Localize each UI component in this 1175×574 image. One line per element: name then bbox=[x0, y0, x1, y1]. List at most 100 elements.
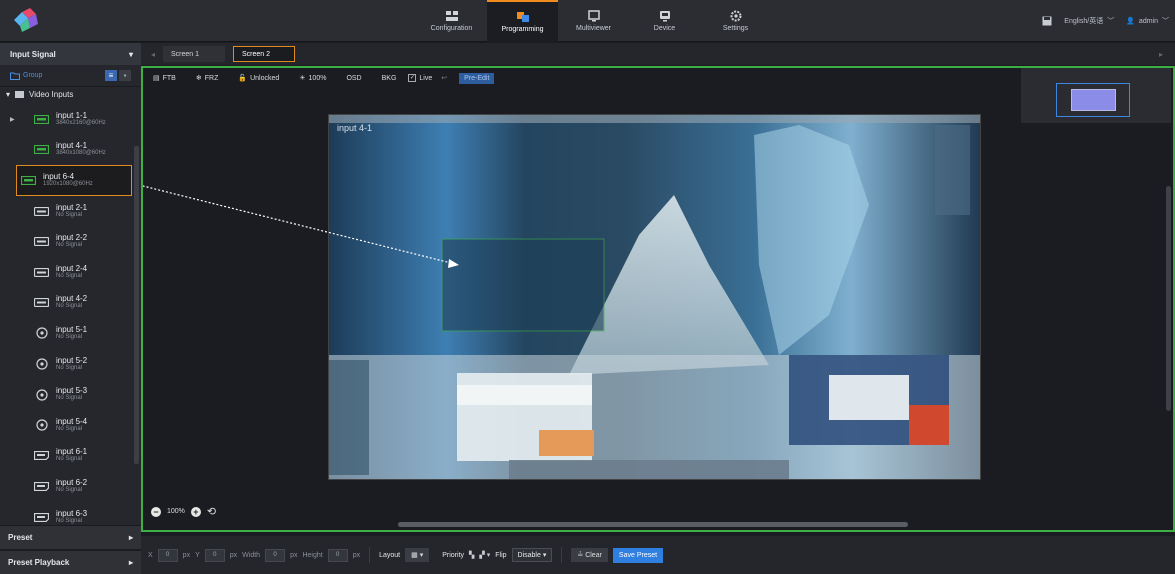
displayport-icon bbox=[34, 451, 49, 461]
properties-bar: X 0 px Y 0 px Width 0 px Height 0 px Lay… bbox=[141, 536, 1175, 574]
input-item[interactable]: input 6-2 No Signal bbox=[0, 471, 136, 502]
grid-view-icon[interactable]: ▪ bbox=[119, 70, 131, 81]
unit-label: px bbox=[290, 551, 298, 559]
nav-programming[interactable]: Programming bbox=[487, 0, 558, 42]
language-select[interactable]: English/英语 ﹀ bbox=[1064, 16, 1114, 26]
input-name: input 4-1 bbox=[56, 141, 88, 151]
input-item[interactable]: input 5-2 No Signal bbox=[0, 349, 136, 380]
input-signal-header[interactable]: Input Signal ▾ bbox=[0, 43, 141, 65]
caret-right-icon: ▸ bbox=[128, 558, 133, 567]
user-menu[interactable]: 👤 admin ﹀ bbox=[1126, 16, 1169, 26]
y-label: Y bbox=[195, 551, 200, 559]
gear-icon bbox=[730, 10, 741, 22]
top-bar: Configuration Programming Multiviewer De… bbox=[0, 0, 1175, 42]
input-item[interactable]: input 5-1 No Signal bbox=[0, 318, 136, 349]
input-name: input 5-3 bbox=[56, 386, 88, 396]
main-nav: Configuration Programming Multiviewer De… bbox=[416, 0, 771, 42]
top-right: English/英语 ﹀ 👤 admin ﹀ bbox=[1042, 0, 1169, 42]
layout-select[interactable]: ▦ ▾ bbox=[405, 548, 430, 562]
input-signal-panel: Input Signal ▾ Group ≡ ▪ ▾ Video Inputs … bbox=[0, 43, 141, 574]
height-label: Height bbox=[302, 551, 323, 559]
unit-label: px bbox=[229, 551, 238, 559]
nav-device[interactable]: Device bbox=[629, 0, 700, 42]
input-name: input 5-2 bbox=[56, 355, 88, 365]
hdmi-port-icon bbox=[34, 145, 49, 155]
input-name: input 6-2 bbox=[56, 477, 88, 487]
horizontal-scrollbar[interactable] bbox=[398, 522, 908, 527]
nav-multiviewer[interactable]: Multiviewer bbox=[558, 0, 629, 42]
width-input[interactable]: 0 bbox=[265, 548, 286, 562]
divider bbox=[561, 547, 563, 563]
input-text: input 6-3 No Signal bbox=[56, 508, 88, 525]
nav-label: Device bbox=[653, 25, 676, 32]
input-status: 1920x1080@60Hz bbox=[43, 180, 93, 187]
input-text: input 2-1 No Signal bbox=[56, 203, 87, 219]
caret-left-icon[interactable]: ◂ bbox=[151, 50, 155, 59]
send-backward-icon[interactable]: ▞ ▾ bbox=[479, 551, 490, 559]
input-status: 3840x1080@60Hz bbox=[56, 150, 106, 157]
input-status: No Signal bbox=[56, 211, 83, 218]
tab-screen-1[interactable]: Screen 1 bbox=[163, 46, 226, 62]
user-icon: 👤 bbox=[1126, 18, 1135, 25]
input-item[interactable]: input 2-1 No Signal bbox=[0, 196, 136, 227]
chevron-down-icon: ﹀ bbox=[1162, 18, 1169, 25]
nav-settings[interactable]: Settings bbox=[700, 0, 771, 42]
caret-right-icon[interactable]: ▸ bbox=[1159, 50, 1163, 59]
input-status: No Signal bbox=[56, 242, 83, 249]
input-text: input 4-2 No Signal bbox=[56, 295, 87, 310]
input-status: No Signal bbox=[56, 517, 83, 524]
input-item[interactable]: input 2-2 No Signal bbox=[0, 226, 136, 257]
sidebar-scrollbar[interactable] bbox=[134, 146, 139, 464]
input-item[interactable]: input 6-1 No Signal bbox=[0, 441, 136, 472]
nav-label: Configuration bbox=[430, 25, 473, 32]
input-name: input 6-3 bbox=[56, 508, 88, 518]
save-preset-button[interactable]: Save Preset bbox=[612, 547, 664, 563]
bring-forward-icon[interactable]: ▚ bbox=[469, 551, 474, 559]
tab-screen-2[interactable]: Screen 2 bbox=[233, 46, 296, 62]
preset-section[interactable]: Preset ▸ bbox=[0, 525, 141, 549]
input-item[interactable]: input 4-1 3840x1080@60Hz bbox=[0, 135, 136, 166]
zoom-in-icon[interactable]: + bbox=[190, 506, 201, 517]
logo-icon bbox=[14, 8, 38, 32]
displayport-icon bbox=[34, 512, 49, 522]
layout-label: Layout bbox=[379, 551, 401, 559]
input-item[interactable]: input 2-4 No Signal bbox=[0, 257, 136, 288]
folder-icon bbox=[10, 72, 20, 80]
video-inputs-node[interactable]: ▾ Video Inputs bbox=[0, 87, 141, 102]
save-icon[interactable] bbox=[1042, 16, 1052, 26]
vertical-scrollbar[interactable] bbox=[1166, 186, 1171, 411]
input-item[interactable]: input 5-3 No Signal bbox=[0, 379, 136, 410]
input-text: input 5-4 No Signal bbox=[56, 417, 87, 433]
dvi-port-icon bbox=[34, 237, 49, 247]
user-name: admin bbox=[1138, 17, 1158, 25]
input-text: input 2-4 No Signal bbox=[56, 264, 87, 280]
x-input[interactable]: 0 bbox=[157, 548, 178, 562]
input-text: input 5-1 No Signal bbox=[56, 325, 87, 341]
group-button[interactable]: Group bbox=[10, 72, 42, 80]
width-label: Width bbox=[242, 551, 261, 559]
input-item[interactable]: ▶ input 1-1 3840x2160@60Hz bbox=[0, 104, 136, 135]
reset-zoom-icon[interactable]: ⟲ bbox=[207, 505, 216, 518]
input-text: input 6-1 No Signal bbox=[56, 448, 87, 463]
monitor-icon bbox=[587, 10, 600, 22]
screen-canvas[interactable]: ▤ FTB ❄ FRZ 🔓 Unlocked ☀ 100% OSD BKG ✓ Live ↩… bbox=[141, 66, 1175, 532]
preset-playback-section[interactable]: Preset Playback ▸ bbox=[0, 550, 141, 574]
input-text: input 1-1 3840x2160@60Hz bbox=[56, 111, 106, 127]
y-input[interactable]: 0 bbox=[204, 548, 225, 562]
flip-value: Disable bbox=[517, 552, 541, 559]
nav-configuration[interactable]: Configuration bbox=[416, 0, 487, 42]
sdi-port-icon bbox=[34, 389, 49, 401]
zoom-out-icon[interactable]: − bbox=[151, 506, 161, 517]
input-item[interactable]: input 5-4 No Signal bbox=[0, 410, 136, 441]
input-text: input 5-3 No Signal bbox=[56, 387, 87, 402]
input-item[interactable]: input 4-2 No Signal bbox=[0, 288, 136, 319]
input-item[interactable]: input 6-4 1920x1080@60Hz bbox=[16, 165, 132, 196]
height-input[interactable]: 0 bbox=[327, 548, 348, 562]
clear-button[interactable]: ≟ Clear bbox=[571, 548, 608, 562]
flip-select[interactable]: Disable ▾ bbox=[511, 548, 553, 562]
preset-playback-label: Preset Playback bbox=[8, 558, 70, 567]
input-status: No Signal bbox=[56, 333, 83, 340]
dvi-port-icon bbox=[34, 298, 49, 308]
caret-right-icon[interactable]: ▶ bbox=[10, 116, 15, 123]
list-view-icon[interactable]: ≡ bbox=[105, 70, 117, 81]
